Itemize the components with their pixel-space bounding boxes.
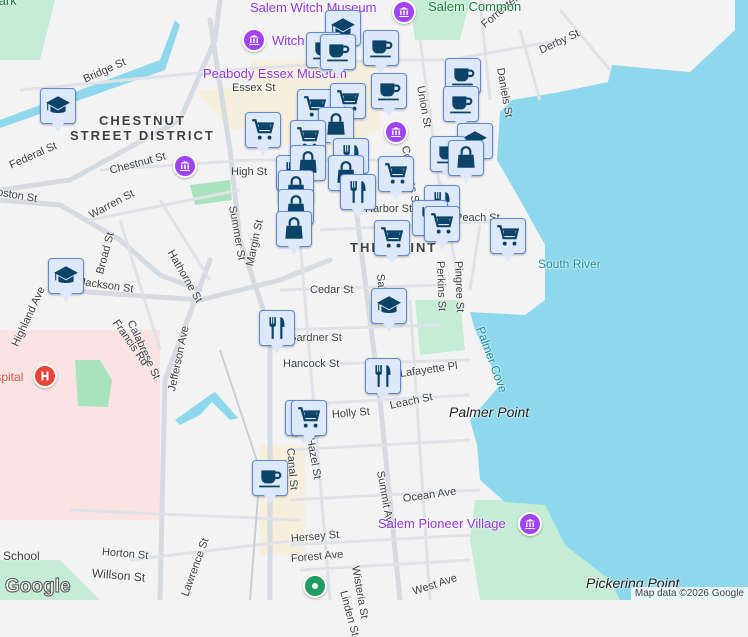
shopping-cart-icon — [495, 223, 521, 249]
coffee-marker[interactable] — [443, 86, 479, 130]
hospital-icon[interactable] — [33, 364, 57, 388]
park-label: Salem Common — [428, 0, 522, 14]
museum-icon[interactable] — [518, 512, 542, 536]
shopping-cart-icon — [429, 211, 455, 237]
park — [0, 0, 55, 60]
hospital-label: Hospital — [0, 370, 24, 384]
coffee-marker[interactable] — [363, 30, 399, 74]
street-label: High St — [231, 166, 268, 178]
shopping-cart-marker[interactable] — [245, 112, 281, 156]
museum-icon[interactable] — [392, 0, 416, 24]
area-label: Palmer Point — [449, 404, 530, 420]
coffee-marker[interactable] — [252, 460, 288, 504]
education-marker[interactable] — [40, 88, 76, 132]
coffee-cup-icon — [257, 465, 283, 491]
fork-knife-icon — [370, 363, 396, 389]
street-label: Pingree St — [452, 260, 466, 313]
restaurant-marker[interactable] — [259, 310, 295, 354]
shopping-cart-marker[interactable] — [291, 400, 327, 444]
graduation-cap-icon — [53, 263, 79, 289]
fork-knife-icon — [345, 179, 371, 205]
education-marker[interactable] — [48, 258, 84, 302]
coffee-marker[interactable] — [320, 34, 356, 78]
street-label: Perkins St — [434, 260, 448, 312]
shopping-bag-marker[interactable] — [276, 211, 312, 255]
coffee-cup-icon — [376, 78, 402, 104]
street-label: Essex St — [232, 82, 276, 94]
map-attribution[interactable]: Map data ©2026 Google — [630, 587, 748, 600]
pond — [175, 392, 238, 425]
school-label: High School — [0, 549, 40, 563]
coffee-marker[interactable] — [371, 73, 407, 117]
shopping-cart-marker[interactable] — [374, 220, 410, 264]
shopping-cart-icon — [250, 117, 276, 143]
fork-knife-icon — [264, 315, 290, 341]
shopping-bag-marker[interactable] — [448, 140, 484, 184]
park-label: Park — [0, 0, 17, 8]
water-label: South River — [538, 257, 601, 271]
district-label: CHESTNUT STREET DISTRICT — [70, 113, 215, 143]
museum-icon[interactable] — [242, 28, 266, 52]
street-label: Cedar St — [310, 284, 354, 296]
shopping-bag-icon — [323, 112, 349, 138]
shopping-bag-icon — [453, 145, 479, 171]
restaurant-marker[interactable] — [365, 358, 401, 402]
street-label: Gardner St — [288, 332, 342, 344]
shopping-cart-marker[interactable] — [378, 156, 414, 200]
google-logo[interactable]: Google — [4, 576, 70, 598]
place-pin-icon[interactable] — [303, 574, 327, 598]
shopping-cart-icon — [296, 405, 322, 431]
museum-icon[interactable] — [173, 154, 197, 178]
museum-icon[interactable] — [384, 120, 408, 144]
restaurant-marker[interactable] — [340, 174, 376, 218]
poi-label[interactable]: Salem Pioneer Village — [378, 516, 506, 531]
shopping-cart-icon — [383, 161, 409, 187]
education-marker[interactable] — [371, 288, 407, 332]
shopping-cart-icon — [379, 225, 405, 251]
shopping-bag-icon — [281, 216, 307, 242]
coffee-cup-icon — [368, 35, 394, 61]
graduation-cap-icon — [376, 293, 402, 319]
coffee-cup-icon — [448, 91, 474, 117]
street-label: Hancock St — [283, 358, 340, 370]
shopping-cart-marker[interactable] — [490, 218, 526, 262]
shopping-cart-marker[interactable] — [424, 206, 460, 250]
graduation-cap-icon — [45, 93, 71, 119]
coffee-cup-icon — [325, 39, 351, 65]
